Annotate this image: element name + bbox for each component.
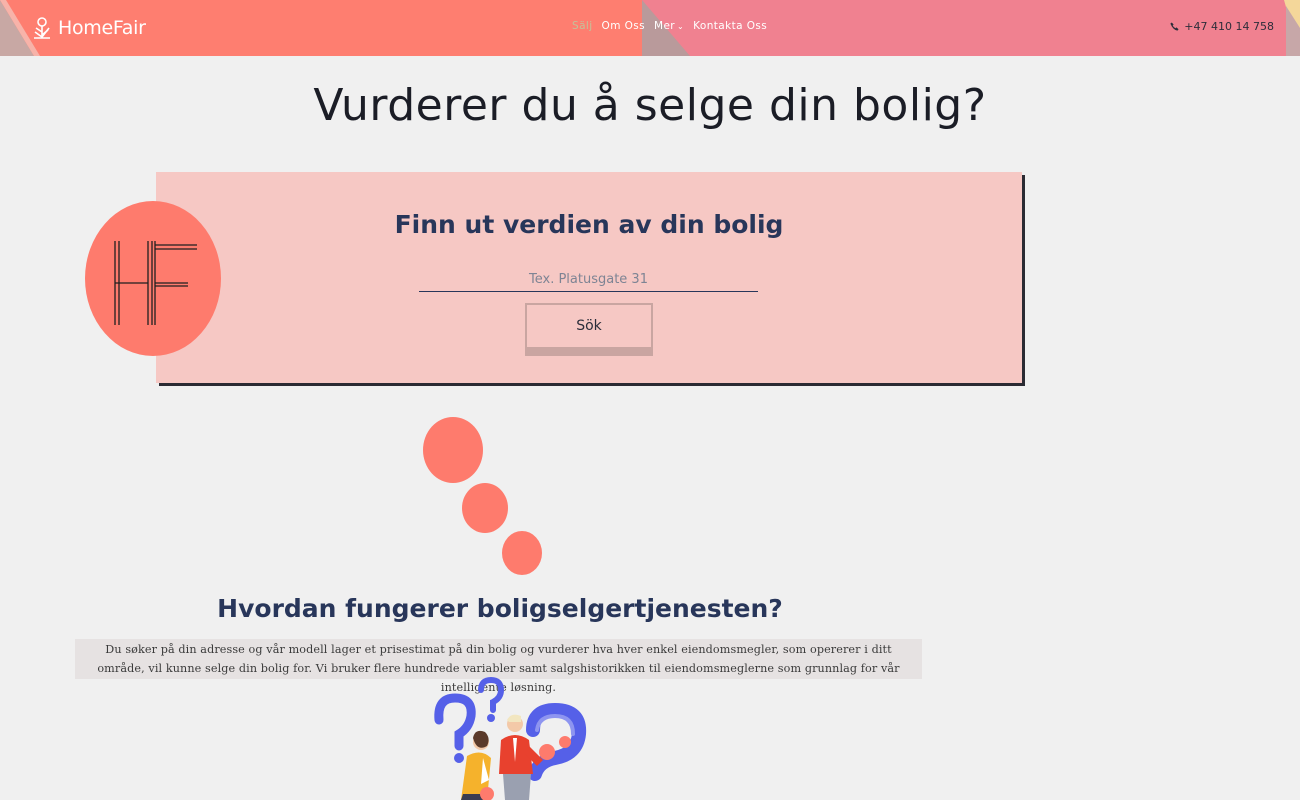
nav-item-mer-label: Mer	[653, 20, 676, 32]
question-marks-illustration	[434, 676, 587, 800]
nav-item-mer[interactable]: Mer ⌄	[654, 20, 684, 32]
thought-bubble-large	[423, 417, 483, 483]
top-navigation-bar: HomeFair Sälj Om Oss Mer ⌄ Kontakta Oss +…	[0, 0, 1300, 56]
nav-item-kontakta-oss[interactable]: Kontakta Oss	[693, 20, 767, 32]
phone-contact[interactable]: +47 410 14 758	[1170, 20, 1274, 33]
how-it-works-title: Hvordan fungerer boligselgertjenesten?	[217, 594, 783, 623]
how-it-works-description: Du søker på din adresse og vår modell la…	[75, 639, 922, 694]
thought-bubble-small	[502, 531, 542, 575]
brand-logo[interactable]: HomeFair	[32, 15, 146, 41]
page-title: Vurderer du å selge din bolig?	[313, 80, 987, 131]
main-navigation: Sälj Om Oss Mer ⌄ Kontakta Oss	[572, 20, 767, 32]
nav-item-salj[interactable]: Sälj	[572, 20, 593, 32]
search-button[interactable]: Sök	[525, 303, 653, 356]
chevron-down-icon: ⌄	[677, 22, 685, 31]
sprout-logo-icon	[34, 17, 50, 39]
hf-logo-badge	[85, 201, 221, 356]
phone-number: +47 410 14 758	[1184, 20, 1274, 33]
thought-bubble-medium	[462, 483, 508, 533]
hf-monogram-icon	[114, 241, 197, 325]
valuation-card: Finn ut verdien av din bolig Sök	[156, 172, 1022, 383]
phone-icon	[1170, 22, 1179, 31]
address-search-input[interactable]	[419, 268, 758, 292]
brand-name: HomeFair	[58, 17, 146, 39]
valuation-title: Finn ut verdien av din bolig	[394, 210, 784, 239]
nav-item-om-oss[interactable]: Om Oss	[602, 20, 645, 32]
